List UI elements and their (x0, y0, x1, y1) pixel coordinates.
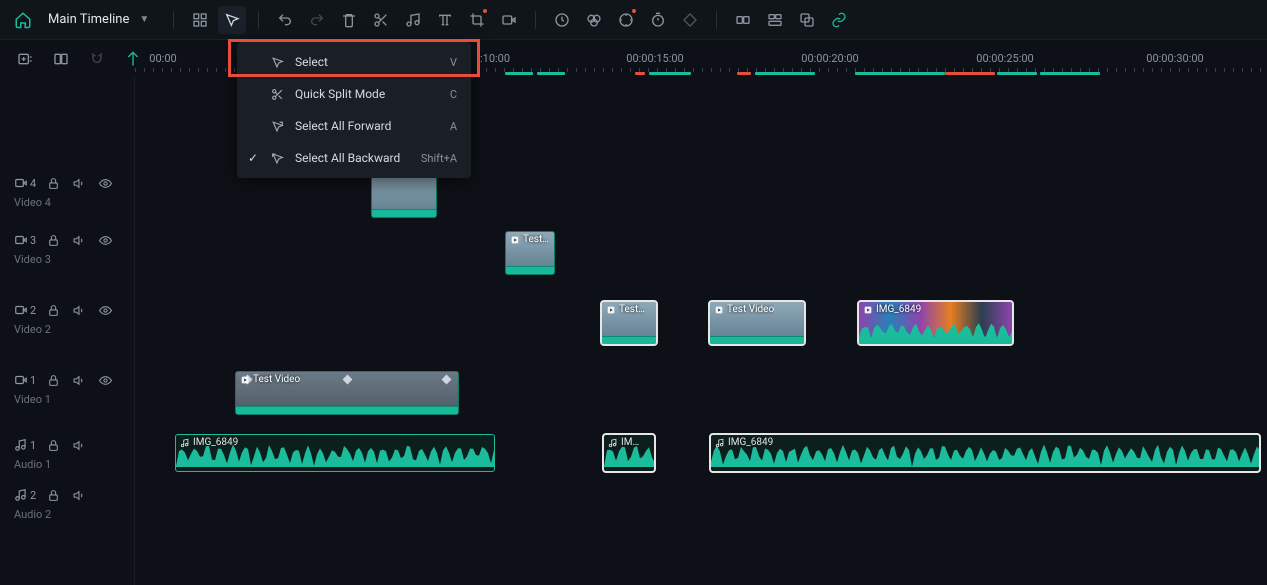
text-icon[interactable] (431, 6, 459, 34)
lock-icon[interactable] (44, 174, 62, 192)
track-header-video2: 2 Video 2 (0, 295, 134, 352)
ruler-tick: 00:00:30:00 (1146, 52, 1203, 65)
record-icon[interactable] (495, 6, 523, 34)
crop-icon[interactable] (463, 6, 491, 34)
lock-icon[interactable] (44, 371, 62, 389)
menu-item-label: Select (295, 55, 440, 69)
menu-item-select-all-forward[interactable]: Select All Forward A (237, 110, 471, 142)
track-header-video3: 3 Video 3 (0, 225, 134, 282)
timeline-title[interactable]: Main Timeline (48, 12, 129, 27)
menu-item-select-all-backward[interactable]: ✓ Select All Backward Shift+A (237, 142, 471, 174)
track-header-audio1: 1 Audio 1 (0, 430, 134, 477)
audio-clip[interactable]: IMG_6849 (710, 434, 1260, 472)
ruler-tick: 00:00:25:00 (976, 52, 1033, 65)
cursor-icon (269, 56, 285, 69)
menu-item-label: Quick Split Mode (295, 87, 440, 101)
menu-item-shortcut: C (450, 88, 457, 101)
volume-icon[interactable] (70, 486, 88, 504)
volume-icon[interactable] (70, 174, 88, 192)
lock-icon[interactable] (44, 301, 62, 319)
align-icon[interactable] (761, 6, 789, 34)
volume-icon[interactable] (70, 371, 88, 389)
select-bwd-icon (269, 152, 285, 165)
audio-clip[interactable]: IM… (603, 434, 655, 472)
add-track-icon[interactable] (14, 48, 36, 70)
eye-icon[interactable] (96, 174, 114, 192)
ai-icon[interactable] (612, 6, 640, 34)
magnet-icon[interactable] (86, 48, 108, 70)
video-clip[interactable]: Test Video (709, 301, 805, 345)
track-lane-video1[interactable]: Test Video (135, 365, 1267, 422)
redo-icon[interactable] (303, 6, 331, 34)
lock-icon[interactable] (44, 231, 62, 249)
scissors-icon (269, 88, 285, 101)
track-lane-audio2[interactable] (135, 480, 1267, 527)
grid-icon[interactable] (186, 6, 214, 34)
cursor-tool-icon[interactable] (218, 6, 246, 34)
video-track-icon: 1 (14, 373, 36, 387)
delete-track-icon[interactable] (50, 48, 72, 70)
track-lane-video3[interactable]: Test… (135, 225, 1267, 282)
track-header-video1: 1 Video 1 (0, 365, 134, 422)
ruler-tick: 00:00:20:00 (801, 52, 858, 65)
video-track-icon: 2 (14, 303, 36, 317)
ruler-tick: 00:00:15:00 (626, 52, 683, 65)
timeline-dropdown-caret[interactable]: ▼ (139, 14, 149, 25)
video-clip[interactable] (371, 174, 437, 218)
ruler-tick: 00:00 (149, 52, 176, 65)
audio-track-icon: 1 (14, 438, 36, 452)
track-label: Video 2 (14, 323, 124, 336)
video-clip[interactable]: Test… (601, 301, 657, 345)
track-header-audio2: 2 Audio 2 (0, 480, 134, 527)
speed-icon[interactable] (548, 6, 576, 34)
volume-icon[interactable] (70, 436, 88, 454)
track-label: Audio 1 (14, 458, 124, 471)
track-lane-audio1[interactable]: IMG_6849 IM… IMG_6849 (135, 430, 1267, 477)
volume-icon[interactable] (70, 231, 88, 249)
menu-item-shortcut: Shift+A (421, 152, 457, 165)
track-label: Video 4 (14, 196, 124, 209)
audio-track-icon: 2 (14, 488, 36, 502)
audio-clip[interactable]: IMG_6849 (175, 434, 495, 472)
undo-icon[interactable] (271, 6, 299, 34)
lock-icon[interactable] (44, 436, 62, 454)
translate-icon[interactable] (793, 6, 821, 34)
cut-icon[interactable] (367, 6, 395, 34)
music-icon[interactable] (399, 6, 427, 34)
home-icon[interactable] (12, 9, 34, 31)
track-lane-video2[interactable]: Test… Test Video IMG_6849 (135, 295, 1267, 352)
menu-item-label: Select All Forward (295, 119, 440, 133)
link-icon[interactable] (825, 6, 853, 34)
delete-icon[interactable] (335, 6, 363, 34)
group-icon[interactable] (729, 6, 757, 34)
track-header-video4: 4 Video 4 (0, 168, 134, 225)
video-clip[interactable]: Test… (505, 231, 555, 275)
ruler-tick: :10:00 (480, 52, 510, 65)
track-label: Video 1 (14, 393, 124, 406)
menu-item-label: Select All Backward (295, 151, 411, 165)
eye-icon[interactable] (96, 231, 114, 249)
menu-item-shortcut: V (450, 56, 457, 69)
timer-icon[interactable] (644, 6, 672, 34)
eye-icon[interactable] (96, 301, 114, 319)
eye-icon[interactable] (96, 371, 114, 389)
menu-item-quick-split-mode[interactable]: Quick Split Mode C (237, 78, 471, 110)
select-fwd-icon (269, 120, 285, 133)
menu-item-shortcut: A (450, 120, 457, 133)
video-track-icon: 3 (14, 233, 36, 247)
track-label: Audio 2 (14, 508, 124, 521)
menu-item-select[interactable]: Select V (237, 46, 471, 78)
volume-icon[interactable] (70, 301, 88, 319)
track-label: Video 3 (14, 253, 124, 266)
check-icon: ✓ (247, 151, 259, 165)
color-icon[interactable] (580, 6, 608, 34)
video-clip[interactable]: Test Video (235, 371, 459, 415)
cursor-mode-menu: Select V Quick Split Mode C Select All F… (237, 42, 471, 178)
lock-icon[interactable] (44, 486, 62, 504)
video-track-icon: 4 (14, 176, 36, 190)
video-clip[interactable]: IMG_6849 (858, 301, 1013, 345)
keyframe-icon[interactable] (676, 6, 704, 34)
